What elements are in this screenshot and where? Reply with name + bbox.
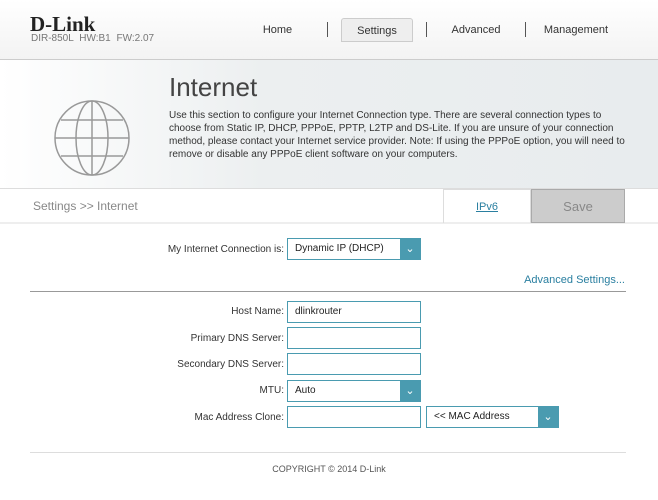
page-description: Use this section to configure your Inter… <box>169 110 625 160</box>
copyright: COPYRIGHT © 2014 D-Link <box>272 464 386 474</box>
advanced-settings-link[interactable]: Advanced Settings... <box>524 274 625 286</box>
fw-version: FW:2.07 <box>116 33 155 44</box>
mac-address-select[interactable]: << MAC Address ⌄ <box>426 406 559 428</box>
model: DIR-850L <box>31 33 74 44</box>
nav-divider <box>525 22 526 37</box>
save-button[interactable]: Save <box>531 189 625 223</box>
globe-icon <box>54 100 130 176</box>
host-name-input[interactable]: dlinkrouter <box>287 301 421 323</box>
chevron-down-icon[interactable]: ⌄ <box>400 380 420 402</box>
header: D-Link DIR-850L HW:B1 FW:2.07 Home Setti… <box>0 0 658 60</box>
secondary-dns-input[interactable] <box>287 353 421 375</box>
nav-home[interactable]: Home <box>240 18 315 42</box>
nav-advanced[interactable]: Advanced <box>436 18 516 42</box>
nav-settings[interactable]: Settings <box>341 18 413 42</box>
device-info: DIR-850L HW:B1 FW:2.07 <box>31 33 154 44</box>
mac-select-value: << MAC Address <box>434 411 510 422</box>
mac-clone-label: Mac Address Clone: <box>194 412 285 423</box>
connection-label: My Internet Connection is: <box>167 244 284 255</box>
secondary-dns-label: Secondary DNS Server: <box>177 359 284 370</box>
divider <box>30 291 626 292</box>
breadcrumb: Settings >> Internet <box>33 199 138 213</box>
primary-dns-label: Primary DNS Server: <box>190 333 284 344</box>
mtu-select[interactable]: Auto ⌄ <box>287 380 421 402</box>
connection-type-select[interactable]: Dynamic IP (DHCP) ⌄ <box>287 238 421 260</box>
connection-value: Dynamic IP (DHCP) <box>295 243 384 254</box>
page-title: Internet <box>169 72 258 102</box>
mtu-value: Auto <box>295 385 316 396</box>
chevron-down-icon[interactable]: ⌄ <box>400 238 420 260</box>
primary-dns-input[interactable] <box>287 327 421 349</box>
hw-version: HW:B1 <box>79 33 111 44</box>
nav-management[interactable]: Management <box>535 18 617 42</box>
mac-clone-input[interactable] <box>287 406 421 428</box>
nav-divider <box>327 22 328 37</box>
mtu-label: MTU: <box>259 385 284 396</box>
ipv6-link[interactable]: IPv6 <box>443 189 531 223</box>
chevron-down-icon[interactable]: ⌄ <box>538 406 558 428</box>
host-name-label: Host Name: <box>231 306 284 317</box>
divider <box>30 452 626 453</box>
nav-divider <box>426 22 427 37</box>
